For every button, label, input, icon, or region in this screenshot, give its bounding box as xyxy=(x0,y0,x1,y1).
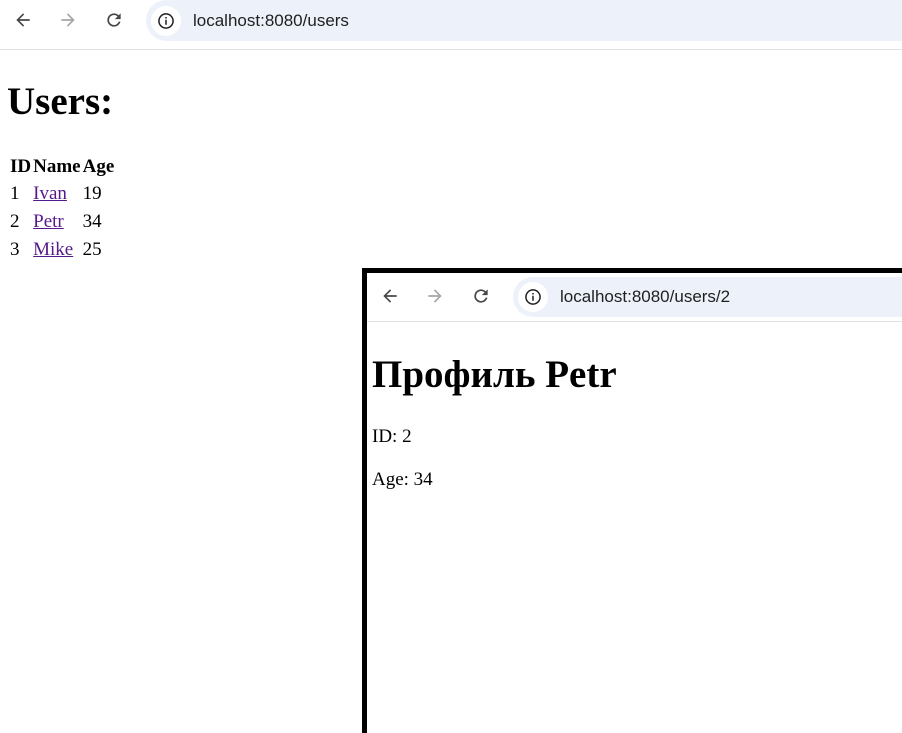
reload-button[interactable] xyxy=(466,281,496,311)
user-id-cell: 1 xyxy=(10,183,20,204)
profile-age: Age: 34 xyxy=(372,469,433,490)
reload-icon xyxy=(474,289,488,303)
back-button[interactable] xyxy=(8,5,38,35)
address-bar[interactable]: localhost:8080/users/2 xyxy=(513,277,902,317)
address-bar-url: localhost:8080/users/2 xyxy=(560,287,731,306)
browser-toolbar: localhost:8080/users/2 xyxy=(367,273,902,322)
reload-icon xyxy=(107,13,121,27)
page-title: Users: xyxy=(7,80,114,123)
user-profile-link[interactable]: Mike xyxy=(33,239,73,260)
site-info-icon xyxy=(525,289,541,305)
user-id-cell: 3 xyxy=(10,239,20,260)
user-profile-link[interactable]: Petr xyxy=(33,211,64,232)
site-info-button[interactable] xyxy=(518,282,548,312)
forward-arrow-icon xyxy=(428,289,442,303)
table-row: 2 Petr 34 xyxy=(10,209,114,235)
user-age-cell: 19 xyxy=(82,183,102,204)
column-header-age: Age xyxy=(82,156,115,177)
user-profile-link[interactable]: Ivan xyxy=(33,183,67,204)
site-info-button[interactable] xyxy=(151,5,181,36)
forward-button[interactable] xyxy=(53,5,83,35)
column-header-id: ID xyxy=(10,156,32,177)
profile-browser-window: localhost:8080/users/2 Профиль Petr ID: … xyxy=(362,268,902,733)
table-header-row: ID Name Age xyxy=(10,155,114,179)
forward-arrow-icon xyxy=(61,13,75,27)
back-arrow-icon xyxy=(16,13,30,27)
user-age-cell: 34 xyxy=(82,211,102,232)
user-id-cell: 2 xyxy=(10,211,20,232)
table-row: 3 Mike 25 xyxy=(10,237,114,263)
users-table: ID Name Age 1 Ivan 19 2 Petr 34 3 Mike 2… xyxy=(8,153,116,265)
profile-title: Профиль Petr xyxy=(372,353,617,396)
address-bar[interactable]: localhost:8080/users xyxy=(146,0,902,41)
column-header-name: Name xyxy=(33,156,81,177)
address-bar-url: localhost:8080/users xyxy=(193,10,349,30)
user-name-cell: Mike xyxy=(33,237,80,263)
user-name-cell: Petr xyxy=(33,209,80,235)
forward-button[interactable] xyxy=(420,281,450,311)
user-name-cell: Ivan xyxy=(33,181,80,207)
back-button[interactable] xyxy=(375,281,405,311)
reload-button[interactable] xyxy=(99,5,129,35)
table-row: 1 Ivan 19 xyxy=(10,181,114,207)
profile-id: ID: 2 xyxy=(372,426,412,447)
browser-toolbar: localhost:8080/users xyxy=(0,0,902,50)
site-info-icon xyxy=(158,12,174,29)
user-age-cell: 25 xyxy=(82,239,102,260)
back-arrow-icon xyxy=(383,289,397,303)
